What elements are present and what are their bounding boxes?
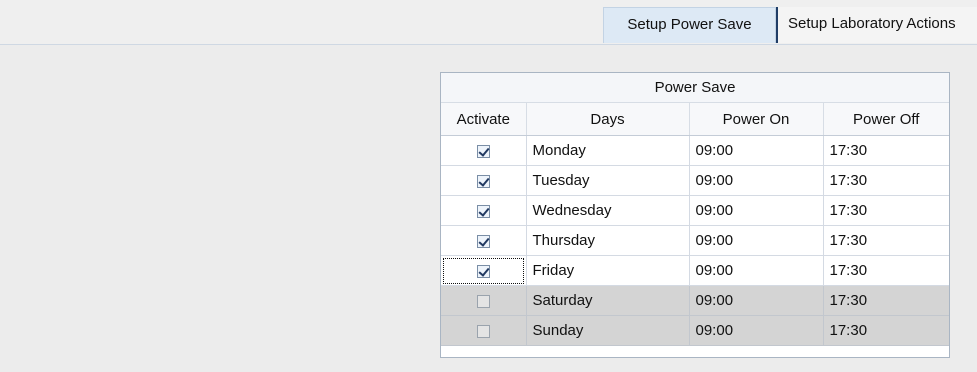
activate-cell[interactable]: [441, 315, 527, 346]
power-off-cell[interactable]: 17:30: [823, 225, 949, 256]
activate-cell[interactable]: [441, 255, 527, 286]
table-row[interactable]: Sunday 09:00 17:30: [441, 315, 949, 346]
power-on-cell[interactable]: 09:00: [689, 135, 824, 166]
power-on-cell[interactable]: 09:00: [689, 225, 824, 256]
activate-checkbox[interactable]: [476, 324, 490, 338]
divider: [0, 44, 977, 45]
day-cell[interactable]: Wednesday: [526, 195, 690, 226]
tab-bar: Setup Power Save Setup Laboratory Action…: [603, 7, 977, 44]
power-off-cell[interactable]: 17:30: [823, 135, 949, 166]
activate-checkbox[interactable]: [476, 234, 490, 248]
activate-checkbox[interactable]: [476, 294, 490, 308]
power-save-grid: Power Save Activate Days Power On Power …: [440, 72, 950, 358]
day-cell[interactable]: Friday: [526, 255, 690, 286]
activate-checkbox[interactable]: [476, 174, 490, 188]
table-row[interactable]: Monday 09:00 17:30: [441, 135, 949, 166]
power-off-cell[interactable]: 17:30: [823, 285, 949, 316]
column-header-days[interactable]: Days: [526, 102, 690, 136]
activate-cell[interactable]: [441, 225, 527, 256]
power-on-cell[interactable]: 09:00: [689, 315, 824, 346]
day-cell[interactable]: Thursday: [526, 225, 690, 256]
activate-cell[interactable]: [441, 195, 527, 226]
power-on-cell[interactable]: 09:00: [689, 195, 824, 226]
activate-checkbox[interactable]: [476, 144, 490, 158]
power-off-cell[interactable]: 17:30: [823, 165, 949, 196]
tab-setup-power-save[interactable]: Setup Power Save: [603, 7, 776, 43]
table-row[interactable]: Thursday 09:00 17:30: [441, 225, 949, 256]
power-off-cell[interactable]: 17:30: [823, 315, 949, 346]
day-cell[interactable]: Sunday: [526, 315, 690, 346]
activate-cell[interactable]: [441, 135, 527, 166]
activate-cell[interactable]: [441, 165, 527, 196]
day-cell[interactable]: Tuesday: [526, 165, 690, 196]
grid-title: Power Save: [441, 73, 949, 103]
power-save-table: Power Save Activate Days Power On Power …: [441, 73, 949, 346]
column-header-activate[interactable]: Activate: [441, 102, 527, 136]
table-row[interactable]: Friday 09:00 17:30: [441, 255, 949, 286]
grid-body: Monday 09:00 17:30 Tuesday 09:00 17:30 Wednesd…: [441, 135, 949, 346]
column-header-power-off[interactable]: Power Off: [823, 102, 949, 136]
day-cell[interactable]: Saturday: [526, 285, 690, 316]
table-row[interactable]: Wednesday 09:00 17:30: [441, 195, 949, 226]
power-on-cell[interactable]: 09:00: [689, 285, 824, 316]
table-row[interactable]: Tuesday 09:00 17:30: [441, 165, 949, 196]
power-off-cell[interactable]: 17:30: [823, 255, 949, 286]
table-row[interactable]: Saturday 09:00 17:30: [441, 285, 949, 316]
activate-cell[interactable]: [441, 285, 527, 316]
activate-checkbox[interactable]: [476, 264, 490, 278]
activate-checkbox[interactable]: [476, 204, 490, 218]
column-header-power-on[interactable]: Power On: [689, 102, 824, 136]
day-cell[interactable]: Monday: [526, 135, 690, 166]
tab-setup-laboratory-actions[interactable]: Setup Laboratory Actions: [776, 7, 977, 43]
power-off-cell[interactable]: 17:30: [823, 195, 949, 226]
power-on-cell[interactable]: 09:00: [689, 255, 824, 286]
power-on-cell[interactable]: 09:00: [689, 165, 824, 196]
